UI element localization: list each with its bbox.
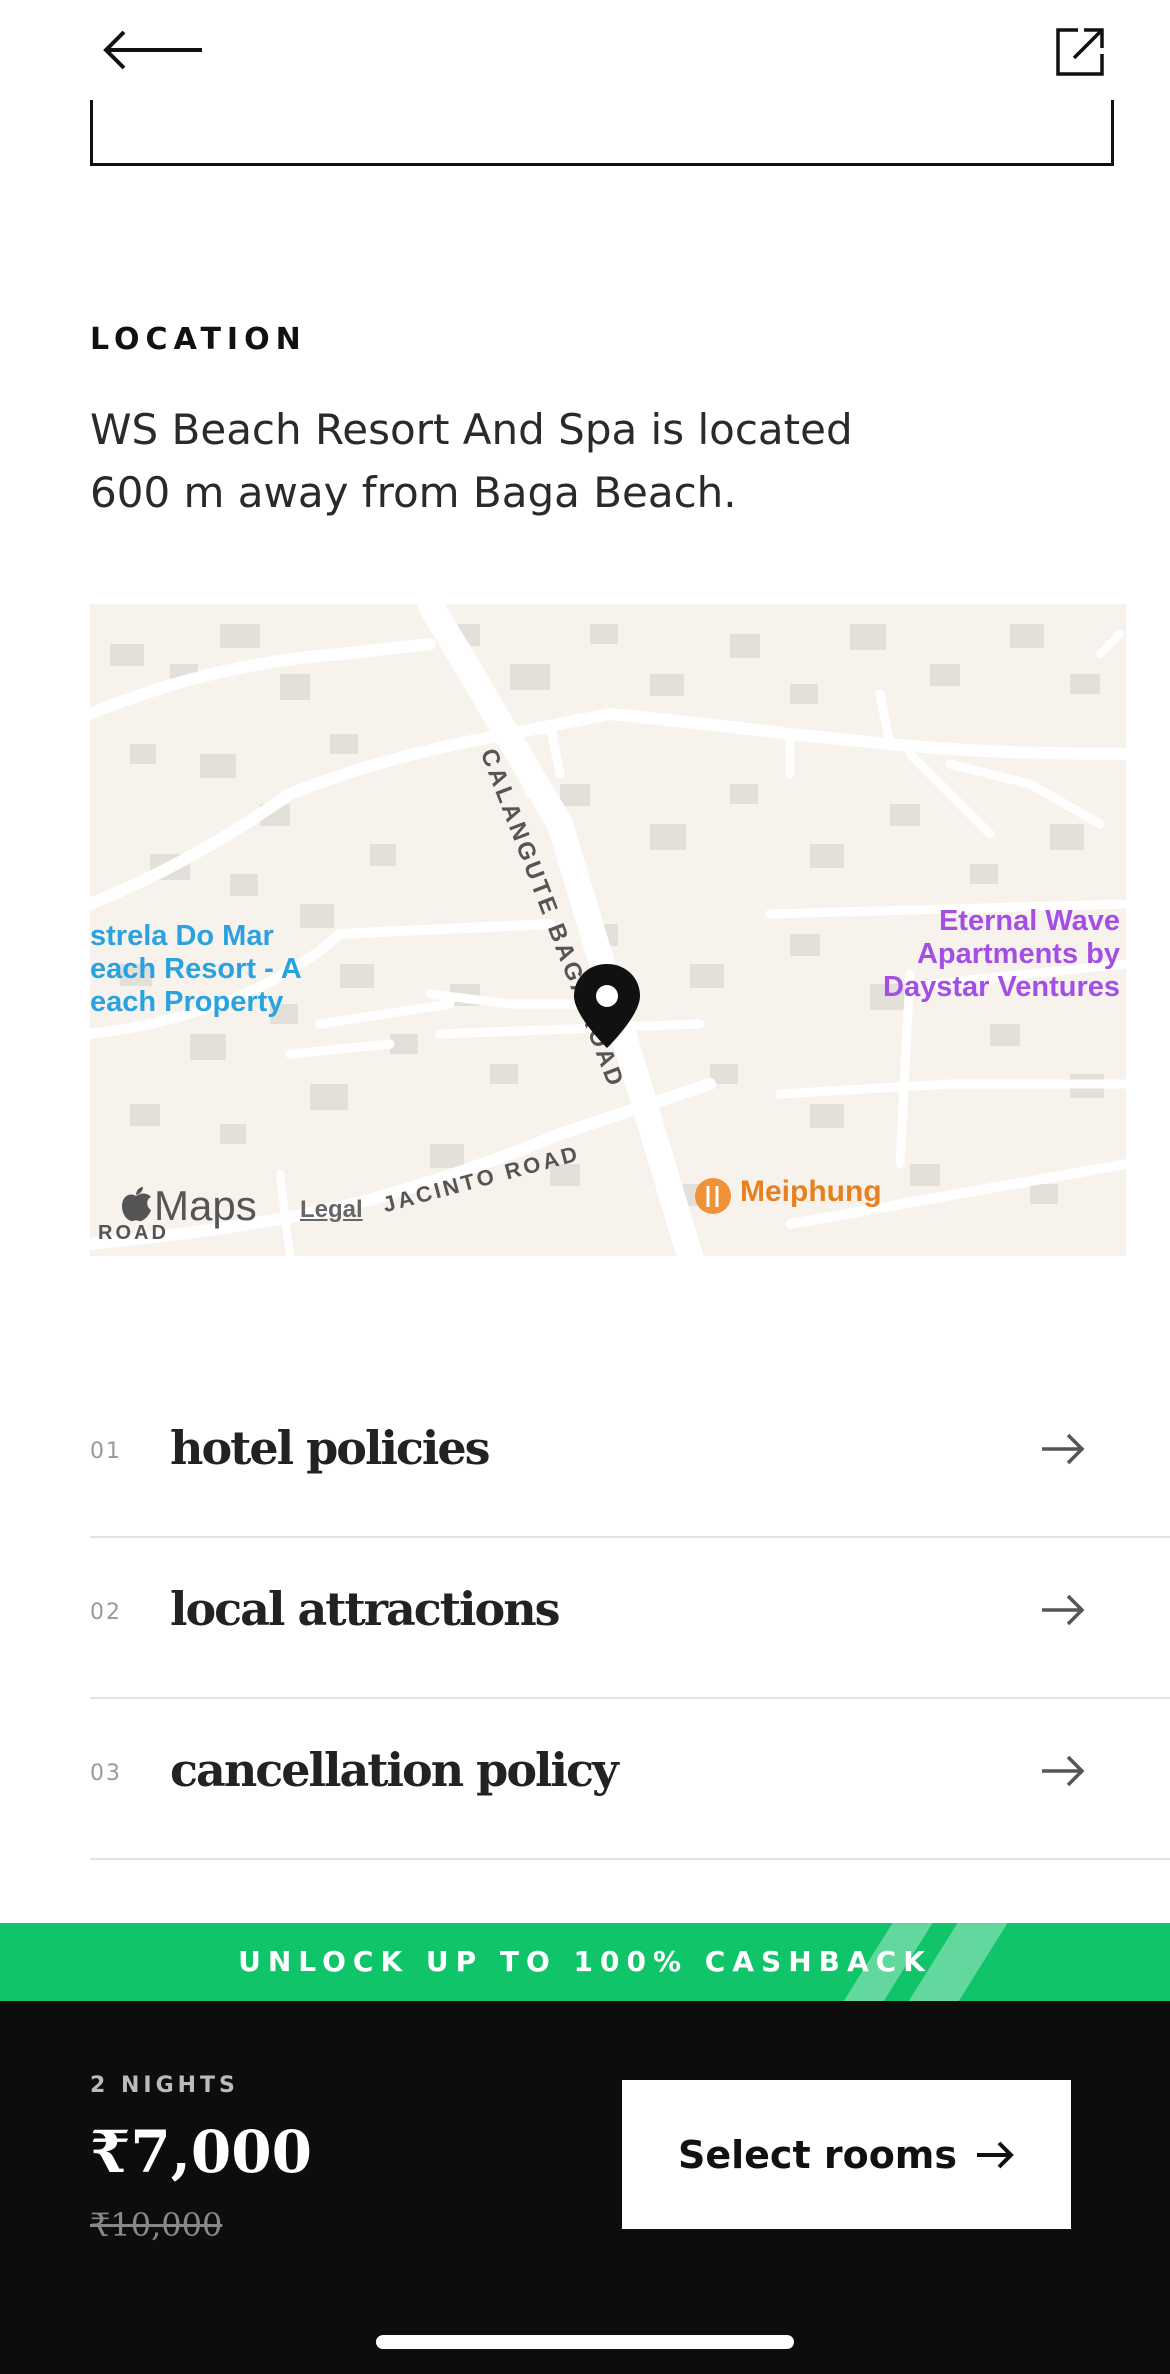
section-hotel-policies[interactable]: 01 hotel policies [90, 1377, 1170, 1538]
map-pin-icon [574, 964, 640, 1048]
section-number: 03 [90, 1761, 122, 1786]
cashback-text: UNLOCK UP TO 100% CASHBACK [238, 1945, 932, 1978]
map-legal-link[interactable]: Legal [300, 1196, 363, 1224]
arrow-right-icon [1042, 1755, 1085, 1787]
arrow-left-icon [103, 30, 202, 70]
section-cancellation-policy[interactable]: 03 cancellation policy [90, 1699, 1170, 1860]
cashback-banner[interactable]: UNLOCK UP TO 100% CASHBACK [0, 1923, 1170, 2001]
restaurant-pin-icon [695, 1178, 731, 1214]
share-button[interactable] [1050, 22, 1110, 82]
apple-logo-icon [122, 1187, 151, 1222]
nights-label: 2 NIGHTS [90, 2073, 239, 2098]
back-button[interactable] [100, 22, 210, 78]
map-poi-restaurant: Meiphung [740, 1175, 882, 1208]
section-number: 01 [90, 1439, 122, 1464]
arrow-right-icon [977, 2141, 1014, 2168]
section-local-attractions[interactable]: 02 local attractions [90, 1538, 1170, 1699]
section-title: local attractions [170, 1582, 561, 1636]
select-rooms-button[interactable]: Select rooms [622, 2080, 1071, 2229]
previous-section-box [90, 100, 1114, 166]
original-price: ₹10,000 [90, 2206, 223, 2244]
map-poi-hotel-right: Eternal Wave Apartments by Daystar Ventu… [883, 905, 1120, 1003]
arrow-right-icon [1042, 1433, 1085, 1465]
external-link-icon [1056, 28, 1104, 76]
map-poi-hotel-left: strela Do Mar each Resort - A each Prope… [90, 920, 302, 1018]
hotel-location-marker [572, 962, 642, 1050]
arrow-right-icon [1042, 1594, 1085, 1626]
current-price: ₹7,000 [90, 2118, 312, 2186]
location-description: WS Beach Resort And Spa is located 600 m… [90, 405, 853, 517]
maps-logo-text: Maps [154, 1182, 257, 1229]
apple-maps-logo: Maps [118, 1182, 257, 1230]
select-rooms-label: Select rooms [677, 2132, 958, 2177]
location-heading: LOCATION [90, 322, 307, 357]
section-title: hotel policies [170, 1421, 491, 1475]
section-title: cancellation policy [170, 1743, 619, 1797]
home-indicator [376, 2335, 794, 2349]
section-number: 02 [90, 1600, 122, 1625]
